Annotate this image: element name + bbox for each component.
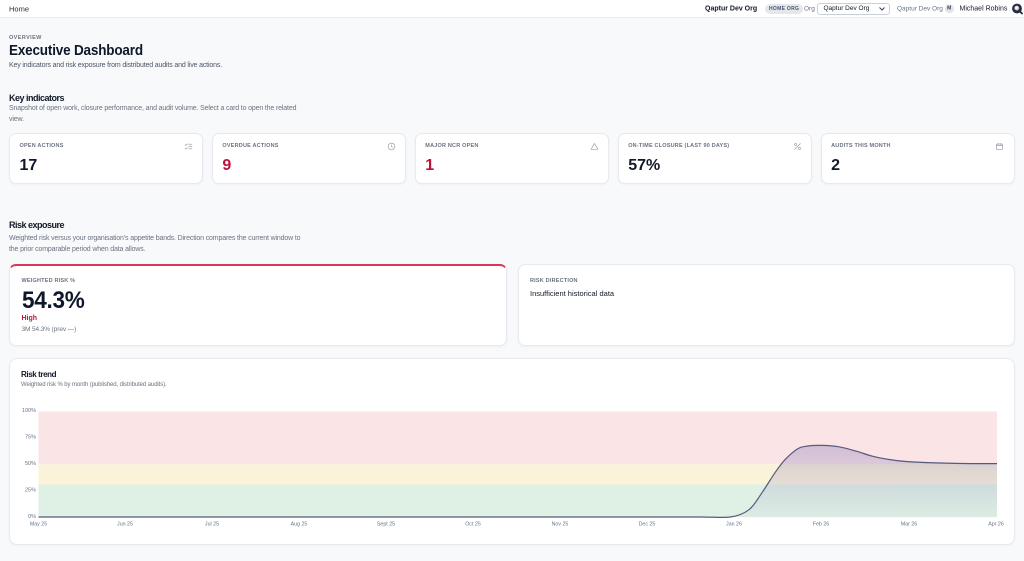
svg-text:25%: 25%	[25, 488, 36, 494]
svg-text:Feb 26: Feb 26	[813, 522, 830, 528]
svg-text:0%: 0%	[28, 514, 36, 520]
svg-text:Mar 26: Mar 26	[901, 522, 918, 528]
svg-text:75%: 75%	[25, 435, 36, 441]
svg-text:50%: 50%	[25, 461, 36, 467]
svg-text:Oct 25: Oct 25	[465, 522, 481, 528]
svg-text:Apr 26: Apr 26	[988, 522, 1004, 528]
svg-text:Jul 25: Jul 25	[205, 522, 219, 528]
svg-text:Jun 25: Jun 25	[117, 522, 133, 528]
svg-text:Jan 26: Jan 26	[726, 522, 742, 528]
svg-text:Nov 25: Nov 25	[552, 522, 569, 528]
svg-text:Dec 25: Dec 25	[639, 522, 656, 528]
svg-text:May 25: May 25	[30, 522, 47, 528]
svg-text:Sept 25: Sept 25	[377, 522, 395, 528]
svg-text:Aug 25: Aug 25	[291, 522, 308, 528]
svg-text:100%: 100%	[22, 408, 36, 414]
